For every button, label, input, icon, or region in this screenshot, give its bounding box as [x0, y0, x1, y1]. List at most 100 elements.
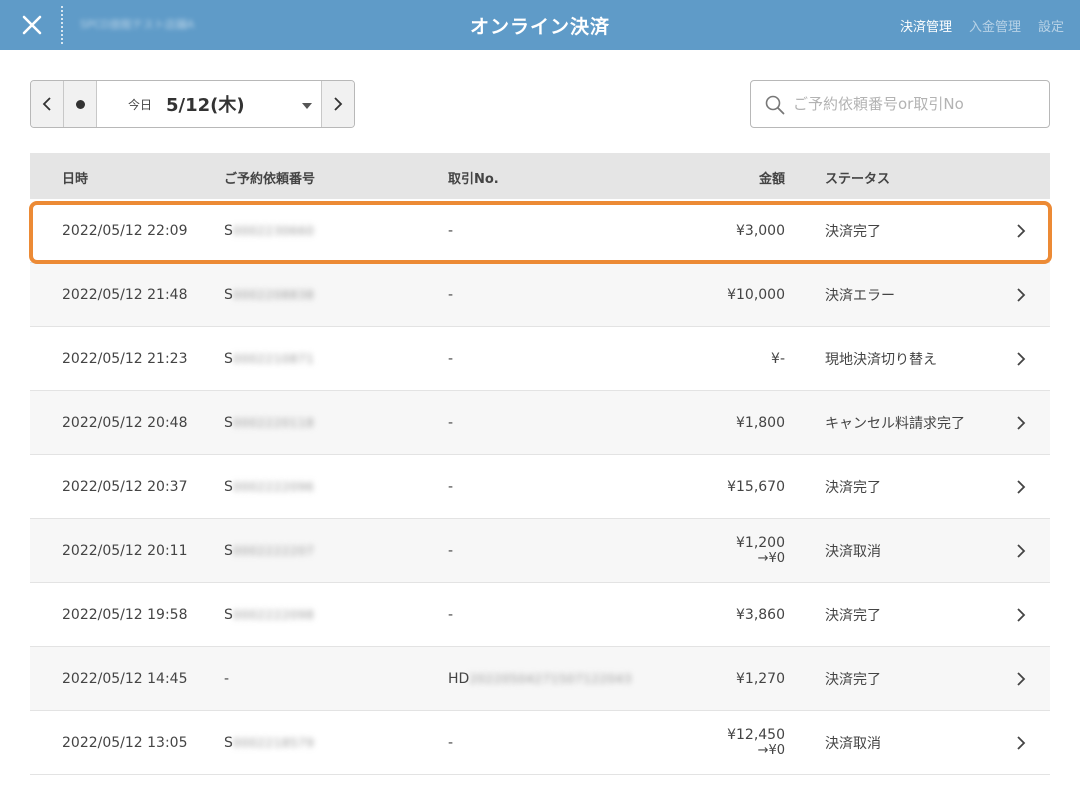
amount-value: ¥3,000	[736, 223, 785, 239]
row-reservation: S 0002222098	[224, 583, 314, 647]
row-datetime: 2022/05/12 14:45	[62, 671, 188, 687]
chevron-right-icon[interactable]	[1014, 519, 1028, 583]
row-datetime: 2022/05/12 19:58	[62, 607, 188, 623]
row-datetime: 2022/05/12 20:48	[62, 415, 188, 431]
amount-value: ¥1,800	[736, 415, 785, 431]
transaction-prefix: -	[448, 351, 454, 367]
reservation-prefix: S	[224, 479, 233, 495]
table-row[interactable]: 2022/05/12 13:05 S 0002218579 - ¥12,450 →¥…	[30, 711, 1050, 775]
amount-value: ¥10,000	[727, 287, 785, 303]
date-selector: 今日 5/12(木)	[30, 80, 355, 128]
chevron-right-icon[interactable]	[1014, 647, 1028, 711]
transaction-prefix: -	[448, 735, 454, 751]
chevron-right-icon[interactable]	[1014, 391, 1028, 455]
search-input[interactable]	[793, 81, 1043, 127]
table-row[interactable]: 2022/05/12 20:37 S 0002222096 - ¥15,670 決…	[30, 455, 1050, 519]
date-value: 5/12(木)	[166, 95, 245, 116]
nav-deposit-management[interactable]: 入金管理	[969, 16, 1021, 35]
row-reservation: S 0002210871	[224, 327, 314, 391]
row-transaction: -	[448, 583, 453, 647]
date-dropdown[interactable]: 今日 5/12(木)	[97, 81, 321, 127]
transaction-prefix: -	[448, 415, 454, 431]
chevron-right-icon[interactable]	[1014, 263, 1028, 327]
row-datetime: 2022/05/12 13:05	[62, 735, 188, 751]
row-reservation: S 0002230660	[224, 199, 314, 263]
search-icon	[765, 95, 785, 115]
today-button[interactable]	[64, 81, 97, 127]
row-status: 決済完了	[825, 480, 881, 496]
header-nav: 決済管理 入金管理 設定	[900, 16, 1064, 35]
chevron-right-icon[interactable]	[1014, 583, 1028, 647]
reservation-number-redacted: 0002222098	[232, 608, 315, 622]
amount-value: ¥1,270	[736, 671, 785, 687]
reservation-number-redacted: 0002210871	[232, 352, 315, 366]
nav-payment-management[interactable]: 決済管理	[900, 16, 952, 35]
table-row[interactable]: 2022/05/12 22:09 S 0002230660 - ¥3,000 決済…	[30, 199, 1050, 263]
row-status: キャンセル料請求完了	[825, 416, 965, 432]
row-status: 現地決済切り替え	[825, 352, 937, 368]
reservation-number-redacted: 0002230660	[232, 224, 315, 238]
row-transaction: -	[448, 711, 453, 775]
amount-value: ¥-	[771, 351, 785, 367]
transaction-prefix: -	[448, 479, 454, 495]
reservation-prefix: S	[224, 287, 233, 303]
caret-down-icon	[302, 103, 312, 109]
row-reservation: S 0002220118	[224, 391, 314, 455]
table-row[interactable]: 2022/05/12 20:48 S 0002220118 - ¥1,800 キャ…	[30, 391, 1050, 455]
row-transaction: -	[448, 455, 453, 519]
col-amount: 金額	[758, 172, 785, 187]
row-datetime: 2022/05/12 20:11	[62, 543, 188, 559]
chevron-right-icon	[334, 97, 343, 111]
next-day-button[interactable]	[321, 81, 354, 127]
reservation-prefix: S	[224, 223, 233, 239]
row-transaction: -	[448, 327, 453, 391]
chevron-right-icon[interactable]	[1014, 327, 1028, 391]
search-box	[750, 80, 1050, 128]
table-row[interactable]: 2022/05/12 21:23 S 0002210871 - ¥- 現地決済切り…	[30, 327, 1050, 391]
nav-settings[interactable]: 設定	[1038, 16, 1064, 35]
row-amount: ¥-	[771, 327, 785, 391]
chevron-right-icon[interactable]	[1014, 711, 1028, 775]
amount-value: ¥3,860	[736, 607, 785, 623]
table-header: 日時 ご予約依頼番号 取引No. 金額 ステータス	[30, 153, 1050, 199]
chevron-right-icon[interactable]	[1014, 199, 1028, 263]
reservation-prefix: S	[224, 735, 233, 751]
row-amount: ¥3,000	[736, 199, 785, 263]
col-reservation: ご予約依頼番号	[224, 172, 316, 187]
row-transaction: HD 20220504271507122043	[448, 647, 632, 711]
row-transaction: -	[448, 391, 453, 455]
transaction-number-redacted: 20220504271507122043	[469, 672, 633, 686]
amount-value: ¥12,450	[727, 727, 785, 743]
today-label: 今日	[128, 97, 153, 112]
table-row[interactable]: 2022/05/12 14:45 - HD 2022050427150712204…	[30, 647, 1050, 711]
reservation-prefix: S	[224, 543, 233, 559]
row-datetime: 2022/05/12 21:23	[62, 351, 188, 367]
transaction-prefix: -	[448, 543, 454, 559]
reservation-number-redacted: 0002222207	[232, 544, 315, 558]
reservation-number-redacted: 0002220118	[232, 416, 315, 430]
chevron-right-icon[interactable]	[1014, 455, 1028, 519]
table-row[interactable]: 2022/05/12 20:11 S 0002222207 - ¥1,200 →¥0…	[30, 519, 1050, 583]
row-datetime: 2022/05/12 20:37	[62, 479, 188, 495]
col-transaction: 取引No.	[448, 172, 499, 187]
table-row[interactable]: 2022/05/12 19:58 S 0002222098 - ¥3,860 決済…	[30, 583, 1050, 647]
table-row[interactable]: 2022/05/12 21:48 S 0002208838 - ¥10,000 決…	[30, 263, 1050, 327]
row-status: 決済取消	[825, 544, 881, 560]
row-transaction: -	[448, 519, 453, 583]
transaction-prefix: -	[448, 607, 454, 623]
dot-icon	[75, 99, 85, 109]
row-amount: ¥1,800	[736, 391, 785, 455]
table-body: 2022/05/12 22:09 S 0002230660 - ¥3,000 決済…	[30, 199, 1050, 775]
reservation-prefix: S	[224, 351, 233, 367]
row-reservation: S 0002218579	[224, 711, 314, 775]
prev-day-button[interactable]	[31, 81, 64, 127]
row-amount: ¥1,270	[736, 647, 785, 711]
amount-after: →¥0	[757, 743, 785, 758]
reservation-prefix: S	[224, 415, 233, 431]
chevron-left-icon	[42, 97, 51, 111]
row-status: 決済完了	[825, 608, 881, 624]
row-amount: ¥12,450 →¥0	[727, 711, 785, 775]
row-reservation: S 0002222096	[224, 455, 314, 519]
row-datetime: 2022/05/12 21:48	[62, 287, 188, 303]
row-reservation: S 0002208838	[224, 263, 314, 327]
